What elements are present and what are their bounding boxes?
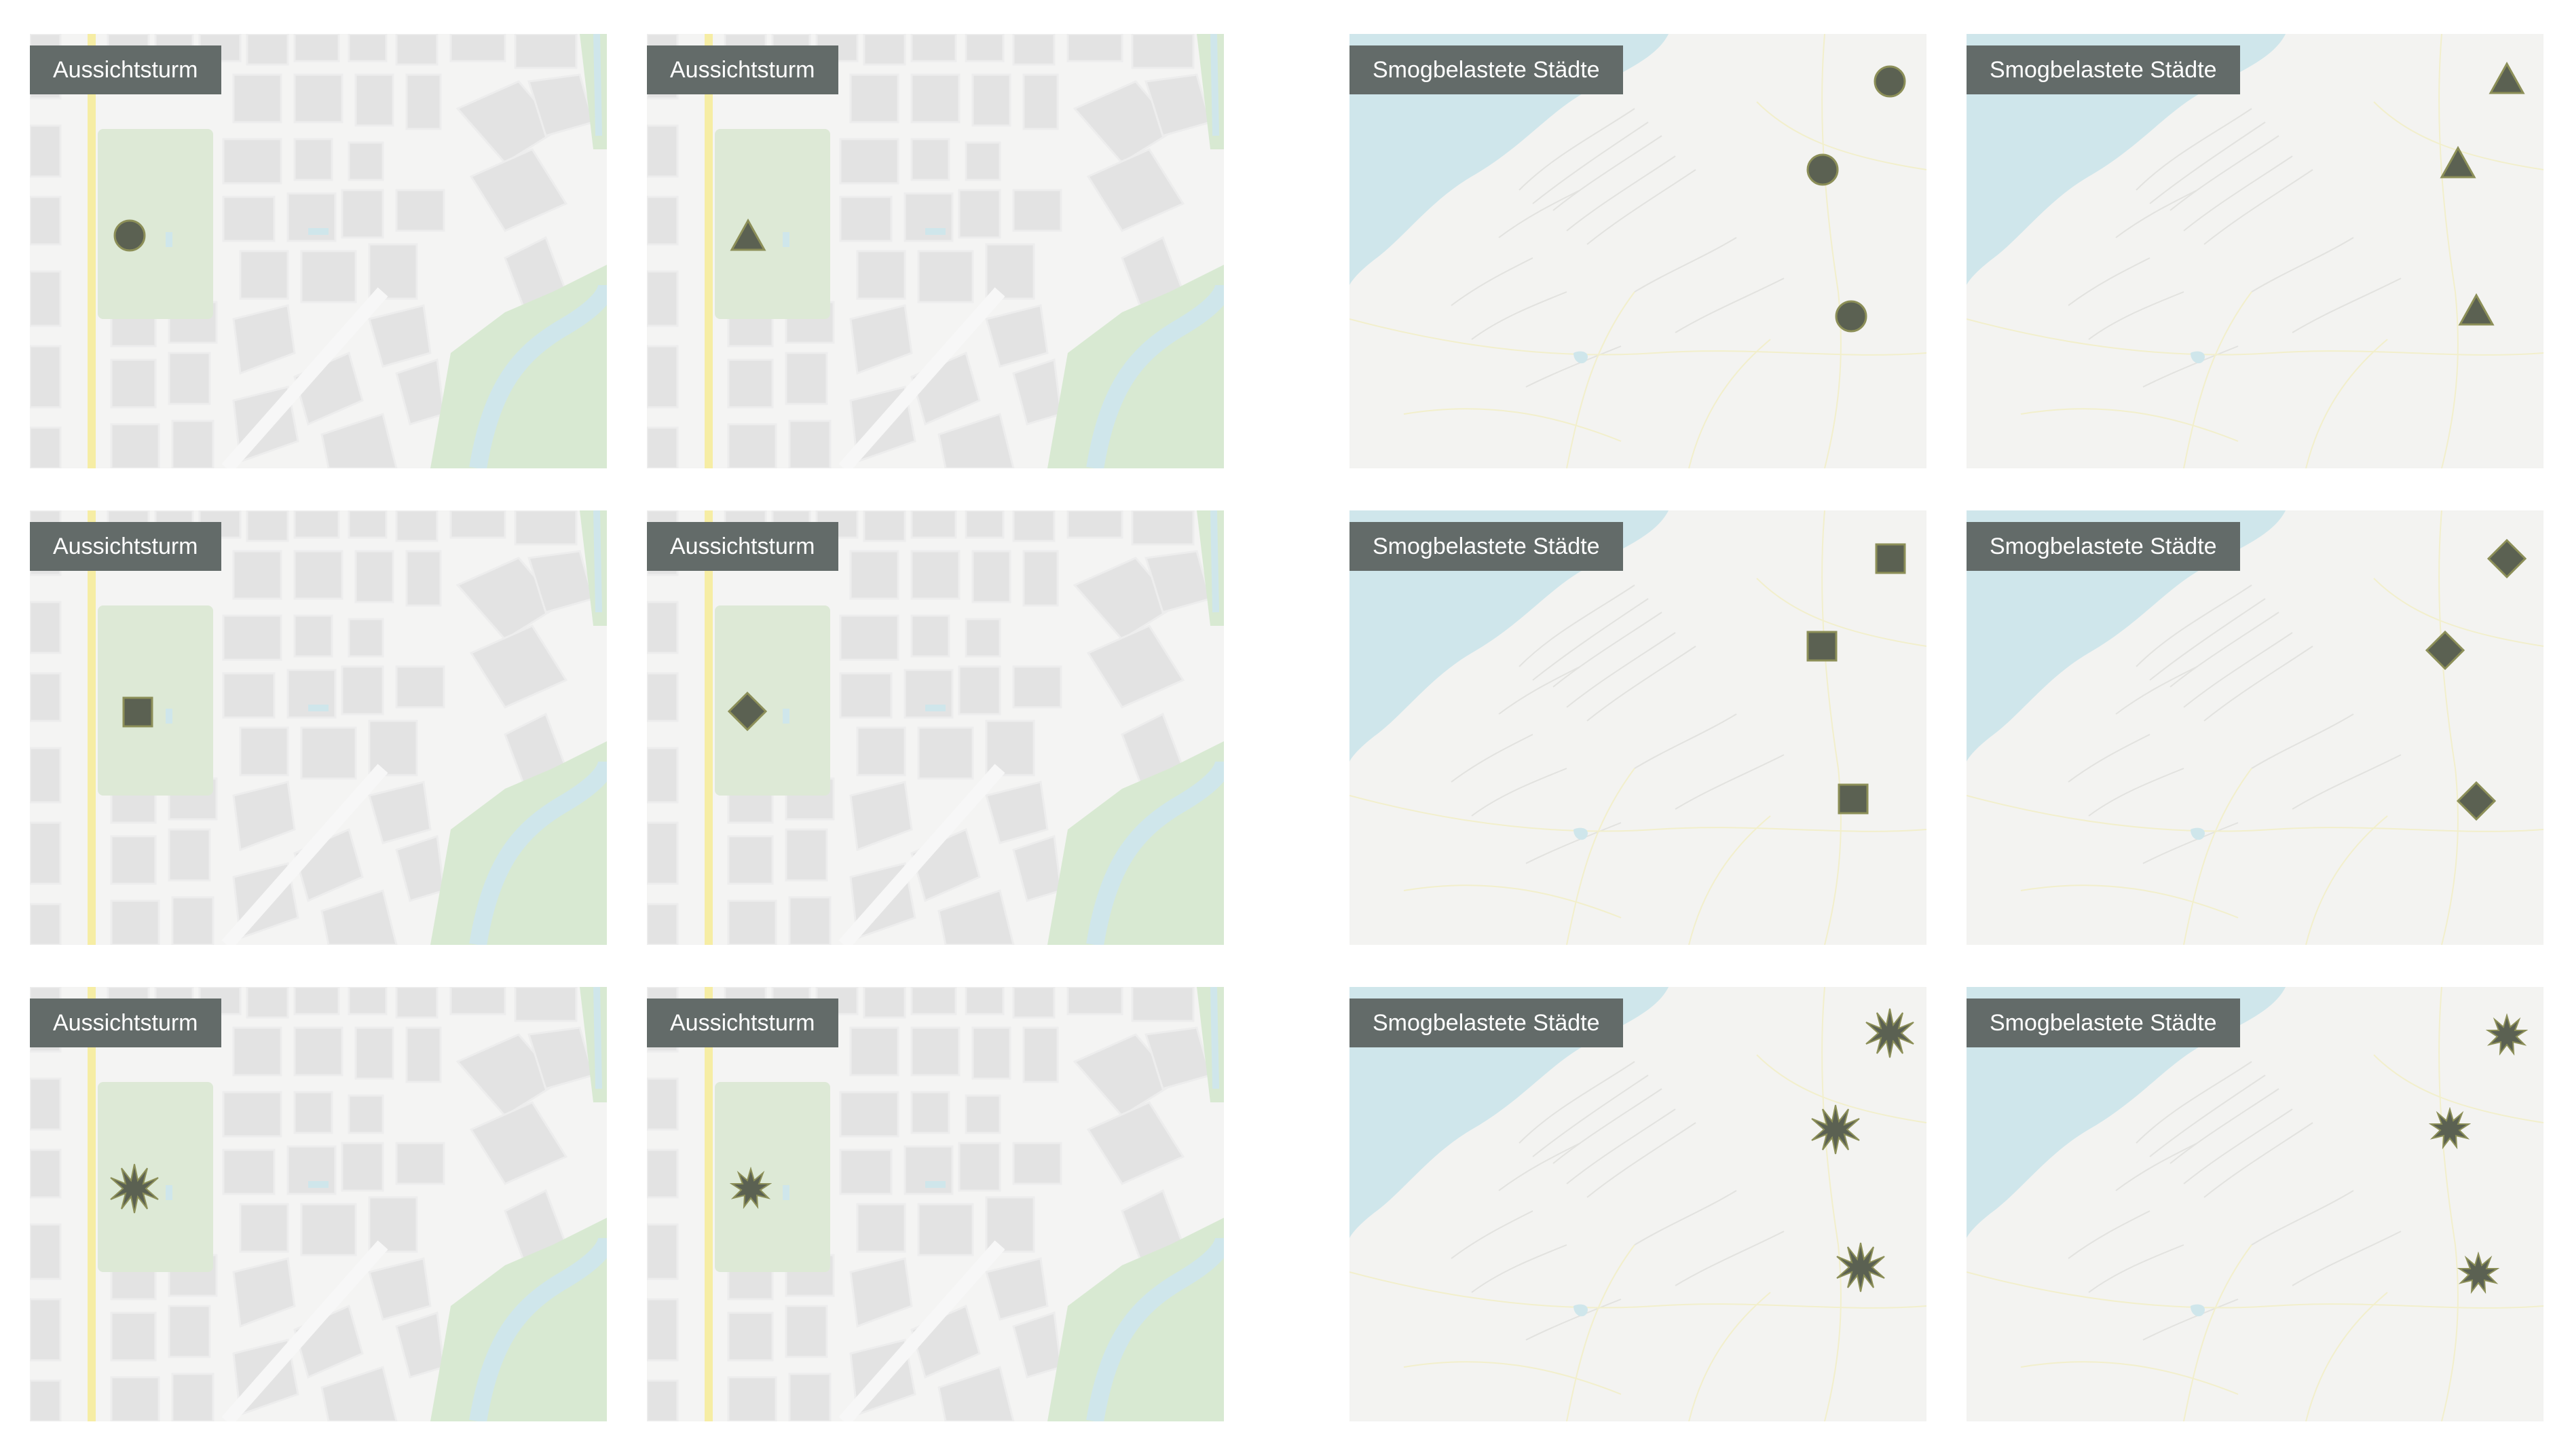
region-map-panel-1: Smogbelastete Städte bbox=[1349, 34, 1926, 468]
starburst-icon[interactable] bbox=[109, 1163, 160, 1214]
map-label: Aussichtsturm bbox=[647, 45, 838, 94]
street-map-panel-3: Aussichtsturm bbox=[30, 510, 607, 945]
map-label: Smogbelastete Städte bbox=[1967, 45, 2240, 94]
starburst-icon[interactable] bbox=[1864, 1007, 1916, 1059]
map-label: Smogbelastete Städte bbox=[1349, 45, 1623, 94]
street-map-panel-5: Aussichtsturm bbox=[30, 987, 607, 1421]
circle-icon[interactable] bbox=[113, 219, 147, 253]
diamond-icon[interactable] bbox=[727, 691, 768, 732]
diamond-icon[interactable] bbox=[2456, 781, 2497, 821]
region-map-panel-2: Smogbelastete Städte bbox=[1967, 34, 2544, 468]
street-map-panel-2: Aussichtsturm bbox=[647, 34, 1224, 468]
region-map bbox=[1967, 34, 2544, 468]
map-label: Aussichtsturm bbox=[647, 522, 838, 571]
region-map bbox=[1349, 34, 1926, 468]
circle-icon[interactable] bbox=[1873, 64, 1907, 98]
region-map-panel-3: Smogbelastete Städte bbox=[1349, 510, 1926, 945]
region-map bbox=[1967, 987, 2544, 1421]
region-map bbox=[1349, 510, 1926, 945]
region-map bbox=[1967, 510, 2544, 945]
map-label: Aussichtsturm bbox=[647, 998, 838, 1047]
starburst-icon[interactable] bbox=[1835, 1242, 1886, 1293]
map-label: Smogbelastete Städte bbox=[1967, 998, 2240, 1047]
map-label: Aussichtsturm bbox=[30, 998, 221, 1047]
star-icon[interactable] bbox=[2457, 1252, 2499, 1294]
square-icon[interactable] bbox=[122, 696, 154, 728]
square-icon[interactable] bbox=[1874, 542, 1907, 575]
street-map-panel-1: Aussichtsturm bbox=[30, 34, 607, 468]
circle-icon[interactable] bbox=[1806, 153, 1840, 187]
square-icon[interactable] bbox=[1806, 630, 1838, 662]
triangle-icon[interactable] bbox=[2489, 62, 2525, 96]
map-label: Aussichtsturm bbox=[30, 522, 221, 571]
street-map-panel-6: Aussichtsturm bbox=[647, 987, 1224, 1421]
triangle-icon[interactable] bbox=[2458, 293, 2495, 327]
street-map bbox=[30, 510, 607, 945]
star-icon[interactable] bbox=[730, 1167, 772, 1209]
map-label: Smogbelastete Städte bbox=[1349, 522, 1623, 571]
square-icon[interactable] bbox=[1837, 783, 1869, 815]
street-map-panel-4: Aussichtsturm bbox=[647, 510, 1224, 945]
region-map-panel-4: Smogbelastete Städte bbox=[1967, 510, 2544, 945]
region-map bbox=[1349, 987, 1926, 1421]
starburst-icon[interactable] bbox=[1810, 1104, 1861, 1155]
region-map-panel-5: Smogbelastete Städte bbox=[1349, 987, 1926, 1421]
star-icon[interactable] bbox=[2486, 1013, 2528, 1056]
region-map-panel-6: Smogbelastete Städte bbox=[1967, 987, 2544, 1421]
star-icon[interactable] bbox=[2429, 1107, 2471, 1149]
diamond-icon[interactable] bbox=[2487, 538, 2527, 579]
map-label: Smogbelastete Städte bbox=[1349, 998, 1623, 1047]
map-label: Smogbelastete Städte bbox=[1967, 522, 2240, 571]
triangle-icon[interactable] bbox=[2440, 146, 2476, 180]
triangle-icon[interactable] bbox=[730, 219, 766, 253]
map-label: Aussichtsturm bbox=[30, 45, 221, 94]
circle-icon[interactable] bbox=[1834, 299, 1868, 333]
diamond-icon[interactable] bbox=[2425, 630, 2465, 671]
